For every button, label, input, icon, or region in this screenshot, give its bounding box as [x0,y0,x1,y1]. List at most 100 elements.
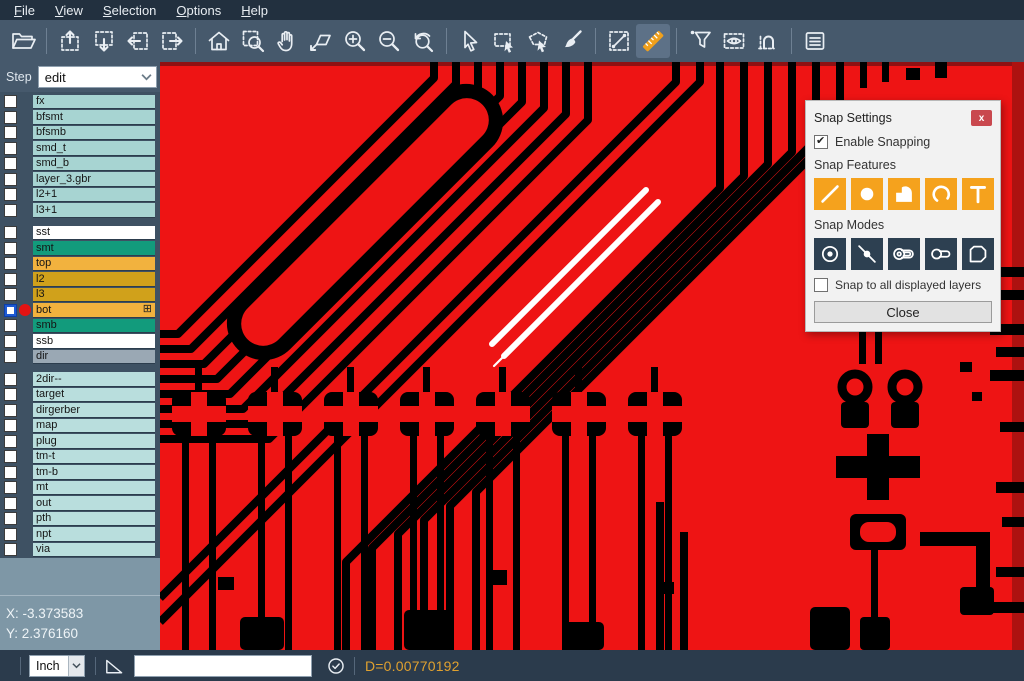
menu-file[interactable]: File [4,1,45,20]
layer-row[interactable]: smb⊞ [0,318,160,334]
layer-name-chip[interactable]: pth⊞ [33,512,155,527]
menu-selection[interactable]: Selection [93,1,166,20]
layer-visibility-checkbox[interactable] [4,204,17,217]
layer-visibility-checkbox[interactable] [4,226,17,239]
layer-visibility-checkbox[interactable] [4,142,17,155]
layer-name-chip[interactable]: out⊞ [33,496,155,511]
select-polygon-button[interactable] [521,24,555,58]
layer-name-chip[interactable]: bfsmt⊞ [33,110,155,125]
layer-name-chip[interactable]: l3+1⊞ [33,203,155,218]
layer-row[interactable]: bot⊞ [0,303,160,319]
zoom-previous-button[interactable] [406,24,440,58]
layer-row[interactable]: plug⊞ [0,434,160,450]
snap-closest-point-button[interactable] [851,238,883,270]
layer-visibility-checkbox[interactable] [4,257,17,270]
layer-name-chip[interactable]: bfsmb⊞ [33,126,155,141]
angle-mode-button[interactable] [101,653,127,679]
layer-visibility-checkbox[interactable] [4,450,17,463]
layer-visibility-checkbox[interactable] [4,242,17,255]
layer-name-chip[interactable]: l2+1⊞ [33,188,155,203]
layer-visibility-checkbox[interactable] [4,497,17,510]
layer-row[interactable]: ssb⊞ [0,334,160,350]
snap-all-layers-checkbox[interactable] [814,278,828,292]
layer-name-chip[interactable]: dir⊞ [33,350,155,365]
command-input[interactable] [134,655,312,677]
layer-visibility-checkbox[interactable] [4,404,17,417]
measure-ruler-button[interactable] [636,24,670,58]
zoom-out-button[interactable] [372,24,406,58]
layer-name-chip[interactable]: tm-b⊞ [33,465,155,480]
menu-help[interactable]: Help [231,1,278,20]
layer-row[interactable]: l2+1⊞ [0,187,160,203]
layer-name-chip[interactable]: map⊞ [33,419,155,434]
clear-selection-button[interactable] [555,24,589,58]
layer-row[interactable]: l3+1⊞ [0,203,160,219]
open-file-button[interactable] [6,24,40,58]
layer-name-chip[interactable]: via⊞ [33,543,155,558]
move-down-button[interactable] [87,24,121,58]
layer-name-chip[interactable]: top⊞ [33,257,155,272]
measure-points-button[interactable] [602,24,636,58]
layer-row[interactable]: smt⊞ [0,241,160,257]
grid-icon[interactable]: ⊞ [143,304,152,315]
snap-text-button[interactable] [962,178,994,210]
snap-body-detail-button[interactable] [888,238,920,270]
layer-name-chip[interactable]: smd_b⊞ [33,157,155,172]
snap-arc-button[interactable] [925,178,957,210]
layer-row[interactable]: via⊞ [0,542,160,558]
layer-visibility-checkbox[interactable] [4,528,17,541]
layer-visibility-checkbox[interactable] [4,419,17,432]
layer-name-chip[interactable]: smd_t⊞ [33,141,155,156]
zoom-area-button[interactable] [236,24,270,58]
layer-visibility-checkbox[interactable] [4,126,17,139]
move-up-button[interactable] [53,24,87,58]
dialog-titlebar[interactable]: Snap Settings x [814,109,992,127]
layer-visibility-checkbox[interactable] [4,95,17,108]
layer-name-chip[interactable]: plug⊞ [33,434,155,449]
layer-name-chip[interactable]: smt⊞ [33,241,155,256]
layer-visibility-checkbox[interactable] [4,373,17,386]
layer-visibility-checkbox[interactable] [4,335,17,348]
layer-name-chip[interactable]: dirgerber⊞ [33,403,155,418]
layer-visibility-checkbox[interactable] [4,543,17,556]
layer-row[interactable]: tm-t⊞ [0,449,160,465]
layer-name-chip[interactable]: npt⊞ [33,527,155,542]
layer-name-chip[interactable]: ssb⊞ [33,334,155,349]
close-button[interactable]: Close [814,301,992,323]
layer-visibility-checkbox[interactable] [4,288,17,301]
layer-visibility-checkbox[interactable] [4,481,17,494]
layer-name-chip[interactable]: mt⊞ [33,481,155,496]
layer-visibility-checkbox[interactable] [4,466,17,479]
layer-row[interactable]: tm-b⊞ [0,465,160,481]
layer-name-chip[interactable]: bot⊞ [33,303,155,318]
layer-name-chip[interactable]: sst⊞ [33,226,155,241]
layer-row[interactable]: bfsmb⊞ [0,125,160,141]
layer-visibility-checkbox[interactable] [4,319,17,332]
snap-body-button[interactable] [925,238,957,270]
snap-center-button[interactable] [814,238,846,270]
snap-line-button[interactable] [814,178,846,210]
layer-row[interactable]: l3⊞ [0,287,160,303]
layer-visibility-checkbox[interactable] [4,188,17,201]
layer-visibility-checkbox[interactable] [4,173,17,186]
layer-name-chip[interactable]: l2⊞ [33,272,155,287]
layer-name-chip[interactable]: fx⊞ [33,95,155,110]
unit-combobox[interactable]: Inch [29,655,85,677]
layer-row[interactable]: dirgerber⊞ [0,403,160,419]
layer-row[interactable]: layer_3.gbr⊞ [0,172,160,188]
layer-visibility-checkbox[interactable] [4,350,17,363]
layer-row[interactable]: bfsmt⊞ [0,110,160,126]
layer-visibility-checkbox[interactable] [4,111,17,124]
layer-row[interactable]: smd_b⊞ [0,156,160,172]
apply-button[interactable] [323,653,349,679]
filter-button[interactable] [683,24,717,58]
step-combobox[interactable]: edit [38,66,157,88]
layer-visibility-checkbox[interactable] [4,157,17,170]
layer-row[interactable]: target⊞ [0,387,160,403]
layer-visibility-checkbox[interactable] [4,304,17,317]
select-button[interactable] [453,24,487,58]
select-rectangle-button[interactable] [487,24,521,58]
enable-snapping-checkbox[interactable] [814,135,828,149]
zoom-home-button[interactable] [202,24,236,58]
layer-row[interactable]: mt⊞ [0,480,160,496]
